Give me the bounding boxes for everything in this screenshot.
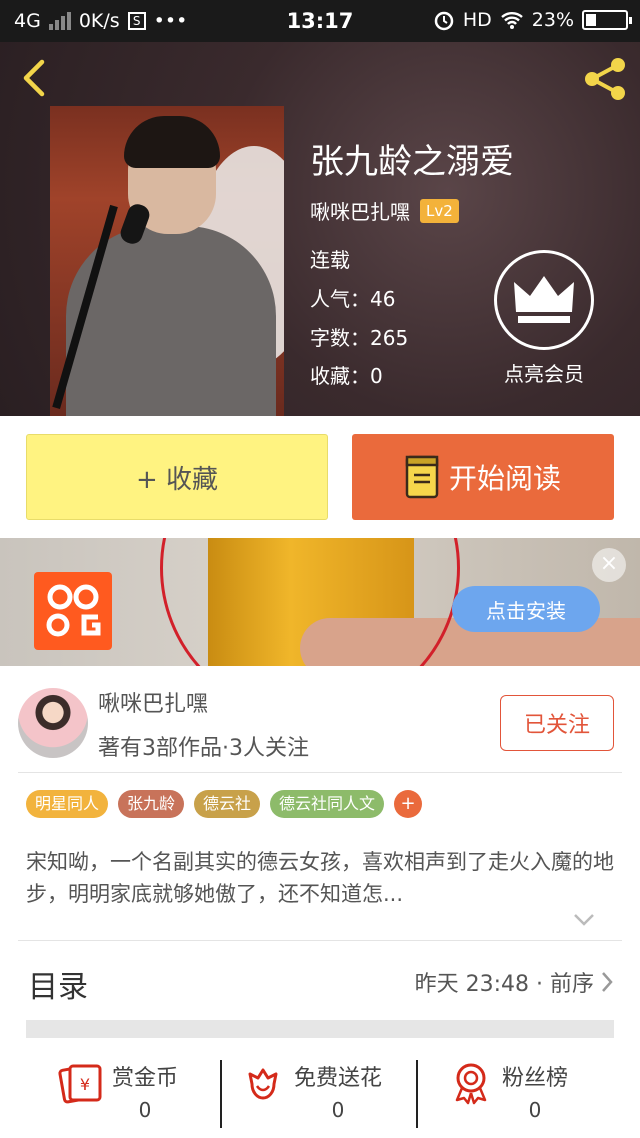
action-bar: + 收藏 开始阅读	[0, 416, 640, 538]
tag-list: 明星同人 张九龄 德云社 德云社同人文 +	[26, 790, 423, 818]
fans-ranking-button[interactable]: 粉丝榜 0	[448, 1060, 568, 1122]
share-button[interactable]	[580, 54, 630, 104]
author-name[interactable]: 啾咪巴扎嘿	[98, 686, 208, 718]
popularity-stat: 人气：46	[310, 287, 396, 311]
wifi-icon	[500, 12, 523, 29]
follow-button[interactable]: 已关注	[500, 695, 614, 751]
status-bar: 4G 0K/s S ••• 13:17 HD 23%	[0, 0, 640, 42]
word-count-stat: 字数：265	[310, 326, 409, 350]
svg-text:¥: ¥	[80, 1075, 90, 1094]
toc-latest-chapter[interactable]: 昨天 23:48 · 前序	[415, 966, 614, 998]
crown-icon	[514, 276, 574, 323]
book-author[interactable]: 啾咪巴扎嘿	[310, 196, 410, 225]
serial-status: 连载	[310, 248, 350, 272]
coin-envelope-icon: ¥	[58, 1064, 102, 1104]
fans-label: 粉丝榜	[502, 1066, 569, 1091]
battery-icon	[582, 10, 632, 30]
medal-icon	[455, 1063, 487, 1105]
book-description: 宋知呦，一个名副其实的德云女孩，喜欢相声到了走火入魔的地步，明明家底就够她傲了，…	[26, 850, 614, 906]
book-title: 张九龄之溺爱	[310, 142, 514, 182]
start-reading-button[interactable]: 开始阅读	[352, 434, 614, 520]
author-section: 啾咪巴扎嘿 著有3部作品·3人关注 已关注 明星同人 张九龄 德云社 德云社同人…	[0, 666, 640, 1138]
ad-close-button[interactable]: ×	[592, 548, 626, 582]
toc-title: 目录	[28, 970, 88, 1005]
fans-count: 0	[528, 1098, 542, 1122]
chevron-left-icon	[23, 59, 45, 97]
add-favorite-button[interactable]: + 收藏	[26, 434, 328, 520]
tag-item[interactable]: 德云社	[194, 790, 261, 818]
reward-coins-button[interactable]: ¥ 赏金币 0	[58, 1060, 178, 1122]
flower-count: 0	[331, 1098, 345, 1122]
reward-label: 赏金币	[112, 1066, 179, 1091]
back-button[interactable]	[14, 56, 58, 100]
favorites-stat: 收藏：0	[310, 364, 383, 388]
battery-percent: 23%	[531, 9, 574, 31]
divider	[416, 1060, 418, 1128]
level-badge: Lv2	[420, 198, 459, 223]
chevron-right-icon	[602, 972, 613, 992]
book-cover-image[interactable]	[50, 106, 284, 416]
flower-icon	[248, 1068, 278, 1100]
divider	[220, 1060, 222, 1128]
kuaishou-logo-icon	[34, 572, 112, 650]
reward-count: 0	[138, 1098, 152, 1122]
section-separator	[26, 1020, 614, 1038]
vip-label: 点亮会员	[504, 362, 584, 386]
book-header: 张九龄之溺爱 啾咪巴扎嘿 Lv2 连载 人气：46 字数：265 收藏：0 点亮…	[0, 42, 640, 416]
tag-item[interactable]: 张九龄	[118, 790, 185, 818]
bottom-actions: ¥ 赏金币 0 免费送花 0 粉丝榜 0	[0, 1052, 640, 1134]
toc-latest-label: 昨天 23:48 · 前序	[414, 972, 594, 997]
chevron-down-icon[interactable]	[572, 912, 596, 928]
divider	[18, 772, 622, 773]
flower-label: 免费送花	[294, 1066, 383, 1091]
share-icon	[585, 58, 625, 100]
alarm-icon	[434, 11, 454, 31]
start-reading-label: 开始阅读	[448, 462, 561, 495]
ad-install-button[interactable]: 点击安装	[452, 586, 600, 632]
send-flower-button[interactable]: 免费送花 0	[240, 1060, 382, 1122]
tag-item[interactable]: 明星同人	[26, 790, 109, 818]
author-summary: 著有3部作品·3人关注	[98, 736, 309, 761]
book-icon	[405, 455, 439, 499]
divider	[18, 940, 622, 941]
add-tag-button[interactable]: +	[394, 790, 423, 818]
avatar[interactable]	[18, 688, 88, 758]
tag-item[interactable]: 德云社同人文	[270, 790, 385, 818]
vip-membership-button[interactable]: 点亮会员	[492, 250, 596, 387]
hd-label: HD	[462, 9, 492, 31]
